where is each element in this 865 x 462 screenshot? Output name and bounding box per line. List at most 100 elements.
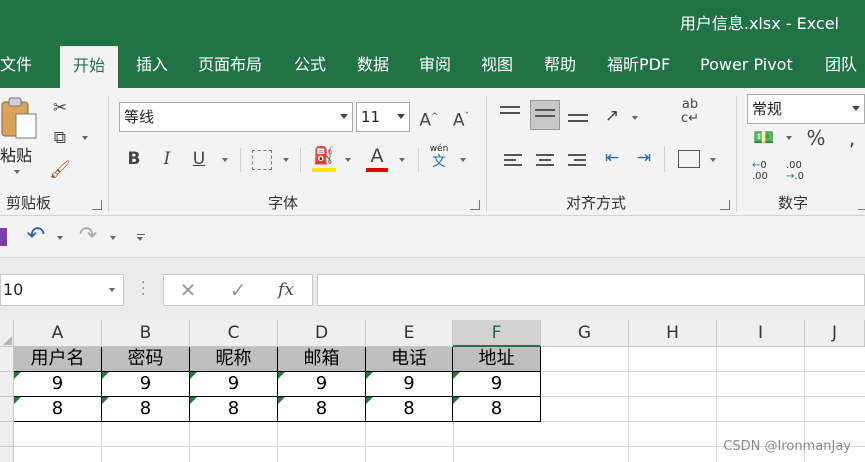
fill-color-icon[interactable]: ⛽ — [312, 144, 336, 168]
increase-font-size-icon[interactable]: A^ — [418, 105, 440, 133]
column-header-e[interactable]: E — [366, 320, 453, 347]
name-box[interactable]: 10 — [0, 274, 124, 306]
table-cell[interactable]: 8 — [453, 397, 541, 422]
wrap-text-icon[interactable]: ab c↵ — [678, 98, 702, 126]
customize-qat-icon[interactable] — [137, 234, 145, 242]
font-color-dropdown-icon[interactable] — [399, 158, 405, 162]
font-launcher-icon[interactable] — [470, 200, 480, 210]
italic-button[interactable]: I — [157, 147, 177, 171]
increase-indent-icon[interactable]: ⇥ — [632, 146, 656, 170]
paste-button[interactable] — [0, 96, 40, 142]
underline-button[interactable]: U — [189, 147, 209, 171]
accounting-format-icon[interactable]: 💵 — [752, 126, 776, 150]
tab-data[interactable]: 数据 — [357, 52, 389, 78]
insert-function-button[interactable]: fx — [274, 278, 298, 302]
table-cell[interactable]: 9 — [14, 372, 102, 397]
format-painter-icon[interactable]: 🖌 — [48, 158, 72, 182]
redo-icon[interactable]: ↷ — [76, 224, 100, 248]
formula-input[interactable] — [317, 274, 865, 306]
tab-file[interactable]: 文件 — [0, 52, 32, 78]
column-header-h[interactable]: H — [629, 320, 717, 347]
worksheet-grid[interactable]: A B C D E F G H I J 用户名 密码 昵称 邮箱 电话 地址 9… — [0, 320, 865, 462]
font-size-select[interactable]: 11 — [356, 102, 410, 132]
number-format-select[interactable]: 常规 — [747, 94, 865, 124]
align-middle-icon[interactable] — [530, 100, 560, 130]
font-name-select[interactable]: 等线 — [119, 102, 353, 132]
tab-insert[interactable]: 插入 — [136, 52, 168, 78]
row-header[interactable] — [0, 397, 14, 422]
row-header[interactable] — [0, 422, 14, 447]
column-header-d[interactable]: D — [278, 320, 366, 347]
tab-help[interactable]: 帮助 — [544, 52, 576, 78]
header-cell[interactable]: 电话 — [366, 347, 453, 372]
tab-view[interactable]: 视图 — [481, 52, 513, 78]
font-color-button[interactable]: A — [366, 144, 388, 168]
tab-team[interactable]: 团队 — [825, 52, 857, 78]
tab-review[interactable]: 审阅 — [419, 52, 451, 78]
table-cell[interactable]: 9 — [102, 372, 190, 397]
accounting-dropdown-icon[interactable] — [786, 136, 792, 140]
select-all-corner[interactable] — [0, 320, 14, 347]
header-cell[interactable]: 用户名 — [14, 347, 102, 372]
save-icon[interactable] — [0, 228, 7, 246]
increase-decimal-button[interactable]: ←0.00 — [752, 160, 768, 182]
borders-icon[interactable] — [252, 150, 272, 170]
align-center-icon[interactable] — [536, 154, 556, 166]
table-cell[interactable]: 9 — [453, 372, 541, 397]
table-cell[interactable]: 8 — [278, 397, 366, 422]
table-cell[interactable]: 8 — [190, 397, 278, 422]
column-header-f[interactable]: F — [453, 320, 541, 347]
number-launcher-icon[interactable] — [858, 200, 865, 210]
table-cell[interactable]: 9 — [278, 372, 366, 397]
borders-dropdown-icon[interactable] — [283, 158, 289, 162]
tab-page-layout[interactable]: 页面布局 — [198, 52, 262, 78]
underline-dropdown-icon[interactable] — [222, 158, 228, 162]
table-cell[interactable]: 9 — [190, 372, 278, 397]
table-cell[interactable]: 8 — [102, 397, 190, 422]
copy-icon[interactable]: ⧉ — [48, 126, 72, 150]
header-cell[interactable]: 密码 — [102, 347, 190, 372]
alignment-launcher-icon[interactable] — [720, 200, 730, 210]
percent-style-button[interactable]: % — [804, 126, 828, 150]
fill-color-dropdown-icon[interactable] — [345, 158, 351, 162]
column-header-c[interactable]: C — [190, 320, 278, 347]
column-header-a[interactable]: A — [14, 320, 102, 347]
table-cell[interactable]: 8 — [14, 397, 102, 422]
clipboard-launcher-icon[interactable] — [92, 200, 102, 210]
merge-center-icon[interactable] — [678, 150, 700, 168]
tab-foxit-pdf[interactable]: 福昕PDF — [607, 52, 670, 78]
phonetic-guide-button[interactable]: wén 文 — [428, 144, 450, 170]
phonetic-dropdown-icon[interactable] — [460, 158, 466, 162]
undo-dropdown-icon[interactable] — [57, 236, 63, 240]
decrease-decimal-button[interactable]: .00 →.0 — [786, 160, 804, 182]
merge-dropdown-icon[interactable] — [710, 158, 716, 162]
redo-dropdown-icon[interactable] — [110, 236, 116, 240]
more-options-icon[interactable]: · · · — [141, 276, 145, 302]
column-header-g[interactable]: G — [541, 320, 629, 347]
align-left-icon[interactable] — [504, 154, 524, 166]
cancel-icon[interactable]: ✕ — [176, 278, 200, 302]
tab-formulas[interactable]: 公式 — [294, 52, 326, 78]
empty-cells[interactable] — [14, 422, 541, 462]
column-header-j[interactable]: J — [805, 320, 865, 347]
orientation-dropdown-icon[interactable] — [632, 116, 638, 120]
row-header[interactable] — [0, 447, 14, 462]
column-header-i[interactable]: I — [717, 320, 805, 347]
comma-style-icon[interactable]: , — [840, 126, 864, 150]
tab-power-pivot[interactable]: Power Pivot — [700, 52, 793, 78]
cut-icon[interactable]: ✂ — [48, 96, 72, 120]
copy-dropdown-icon[interactable] — [82, 136, 88, 140]
undo-icon[interactable]: ↶ — [24, 224, 48, 248]
paste-label[interactable]: 粘贴 — [0, 142, 32, 166]
align-top-icon[interactable] — [500, 106, 524, 114]
align-right-icon[interactable] — [568, 154, 588, 166]
header-cell[interactable]: 昵称 — [190, 347, 278, 372]
align-bottom-icon[interactable] — [568, 114, 592, 122]
table-cell[interactable]: 9 — [366, 372, 453, 397]
orientation-icon[interactable]: ↗ — [600, 104, 624, 128]
row-header[interactable] — [0, 372, 14, 397]
row-header[interactable] — [0, 347, 14, 372]
paste-dropdown-icon[interactable] — [14, 170, 20, 174]
header-cell[interactable]: 邮箱 — [278, 347, 366, 372]
enter-icon[interactable]: ✓ — [226, 278, 250, 302]
